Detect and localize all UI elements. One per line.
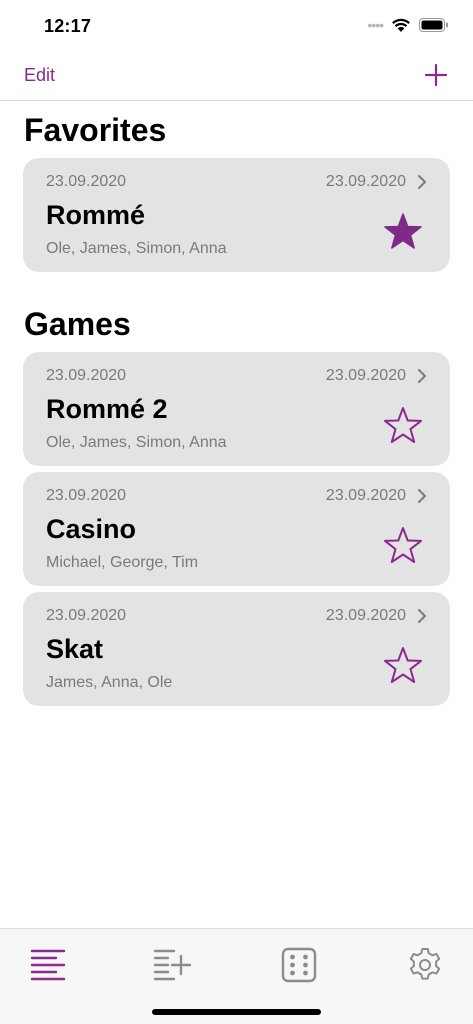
- star-outline-icon[interactable]: [383, 646, 423, 686]
- status-bar: 12:17 ••••: [0, 0, 473, 52]
- game-start-date: 23.09.2020: [46, 173, 127, 190]
- game-end-date: 23.09.2020: [325, 487, 406, 504]
- star-outline-icon[interactable]: [383, 406, 423, 446]
- list-icon: [30, 949, 66, 981]
- favorites-section-title: Favorites: [24, 112, 167, 148]
- game-name: Skat: [46, 634, 104, 664]
- navigation-bar: Edit: [0, 52, 473, 101]
- star-outline-icon[interactable]: [383, 526, 423, 566]
- game-name: Rommé 2: [46, 394, 168, 424]
- game-end-date: 23.09.2020: [325, 607, 406, 624]
- game-start-date: 23.09.2020: [46, 367, 127, 384]
- game-start-date: 23.09.2020: [46, 487, 127, 504]
- game-players: Michael, George, Tim: [46, 554, 199, 571]
- status-time: 12:17: [44, 16, 92, 36]
- game-players: Ole, James, Simon, Anna: [46, 240, 227, 257]
- chevron-right-icon: [418, 609, 426, 623]
- tab-games-list[interactable]: [28, 945, 68, 985]
- game-name: Rommé: [46, 200, 146, 230]
- game-end-date: 23.09.2020: [325, 173, 406, 190]
- game-card[interactable]: 23.09.2020 23.09.2020 Casino Michael, Ge…: [23, 472, 450, 586]
- status-icons: ••••: [367, 17, 449, 33]
- gear-icon: [409, 948, 441, 980]
- plus-icon[interactable]: [423, 62, 449, 88]
- game-card[interactable]: 23.09.2020 23.09.2020 Skat James, Anna, …: [23, 592, 450, 706]
- battery-icon: [419, 18, 448, 32]
- chevron-right-icon: [418, 175, 426, 189]
- game-players: Ole, James, Simon, Anna: [46, 434, 227, 451]
- edit-button[interactable]: Edit: [24, 65, 55, 86]
- chevron-right-icon: [418, 369, 426, 383]
- chevron-right-icon: [418, 489, 426, 503]
- list-add-icon: [153, 949, 192, 981]
- game-start-date: 23.09.2020: [46, 607, 127, 624]
- tab-dice[interactable]: [279, 945, 319, 985]
- cellular-signal-icon: ••••: [367, 17, 384, 33]
- game-players: James, Anna, Ole: [46, 674, 173, 691]
- wifi-icon: [392, 18, 410, 32]
- star-filled-icon[interactable]: [383, 212, 423, 252]
- home-indicator: [152, 1009, 321, 1015]
- dice-icon: [281, 947, 317, 983]
- game-card[interactable]: 23.09.2020 23.09.2020 Rommé 2 Ole, James…: [23, 352, 450, 466]
- tab-new-game[interactable]: [152, 945, 192, 985]
- game-name: Casino: [46, 514, 137, 544]
- games-section-title: Games: [24, 306, 131, 342]
- game-end-date: 23.09.2020: [325, 367, 406, 384]
- tab-settings[interactable]: [405, 945, 445, 985]
- favorite-game-card[interactable]: 23.09.2020 23.09.2020 Rommé Ole, James, …: [23, 158, 450, 272]
